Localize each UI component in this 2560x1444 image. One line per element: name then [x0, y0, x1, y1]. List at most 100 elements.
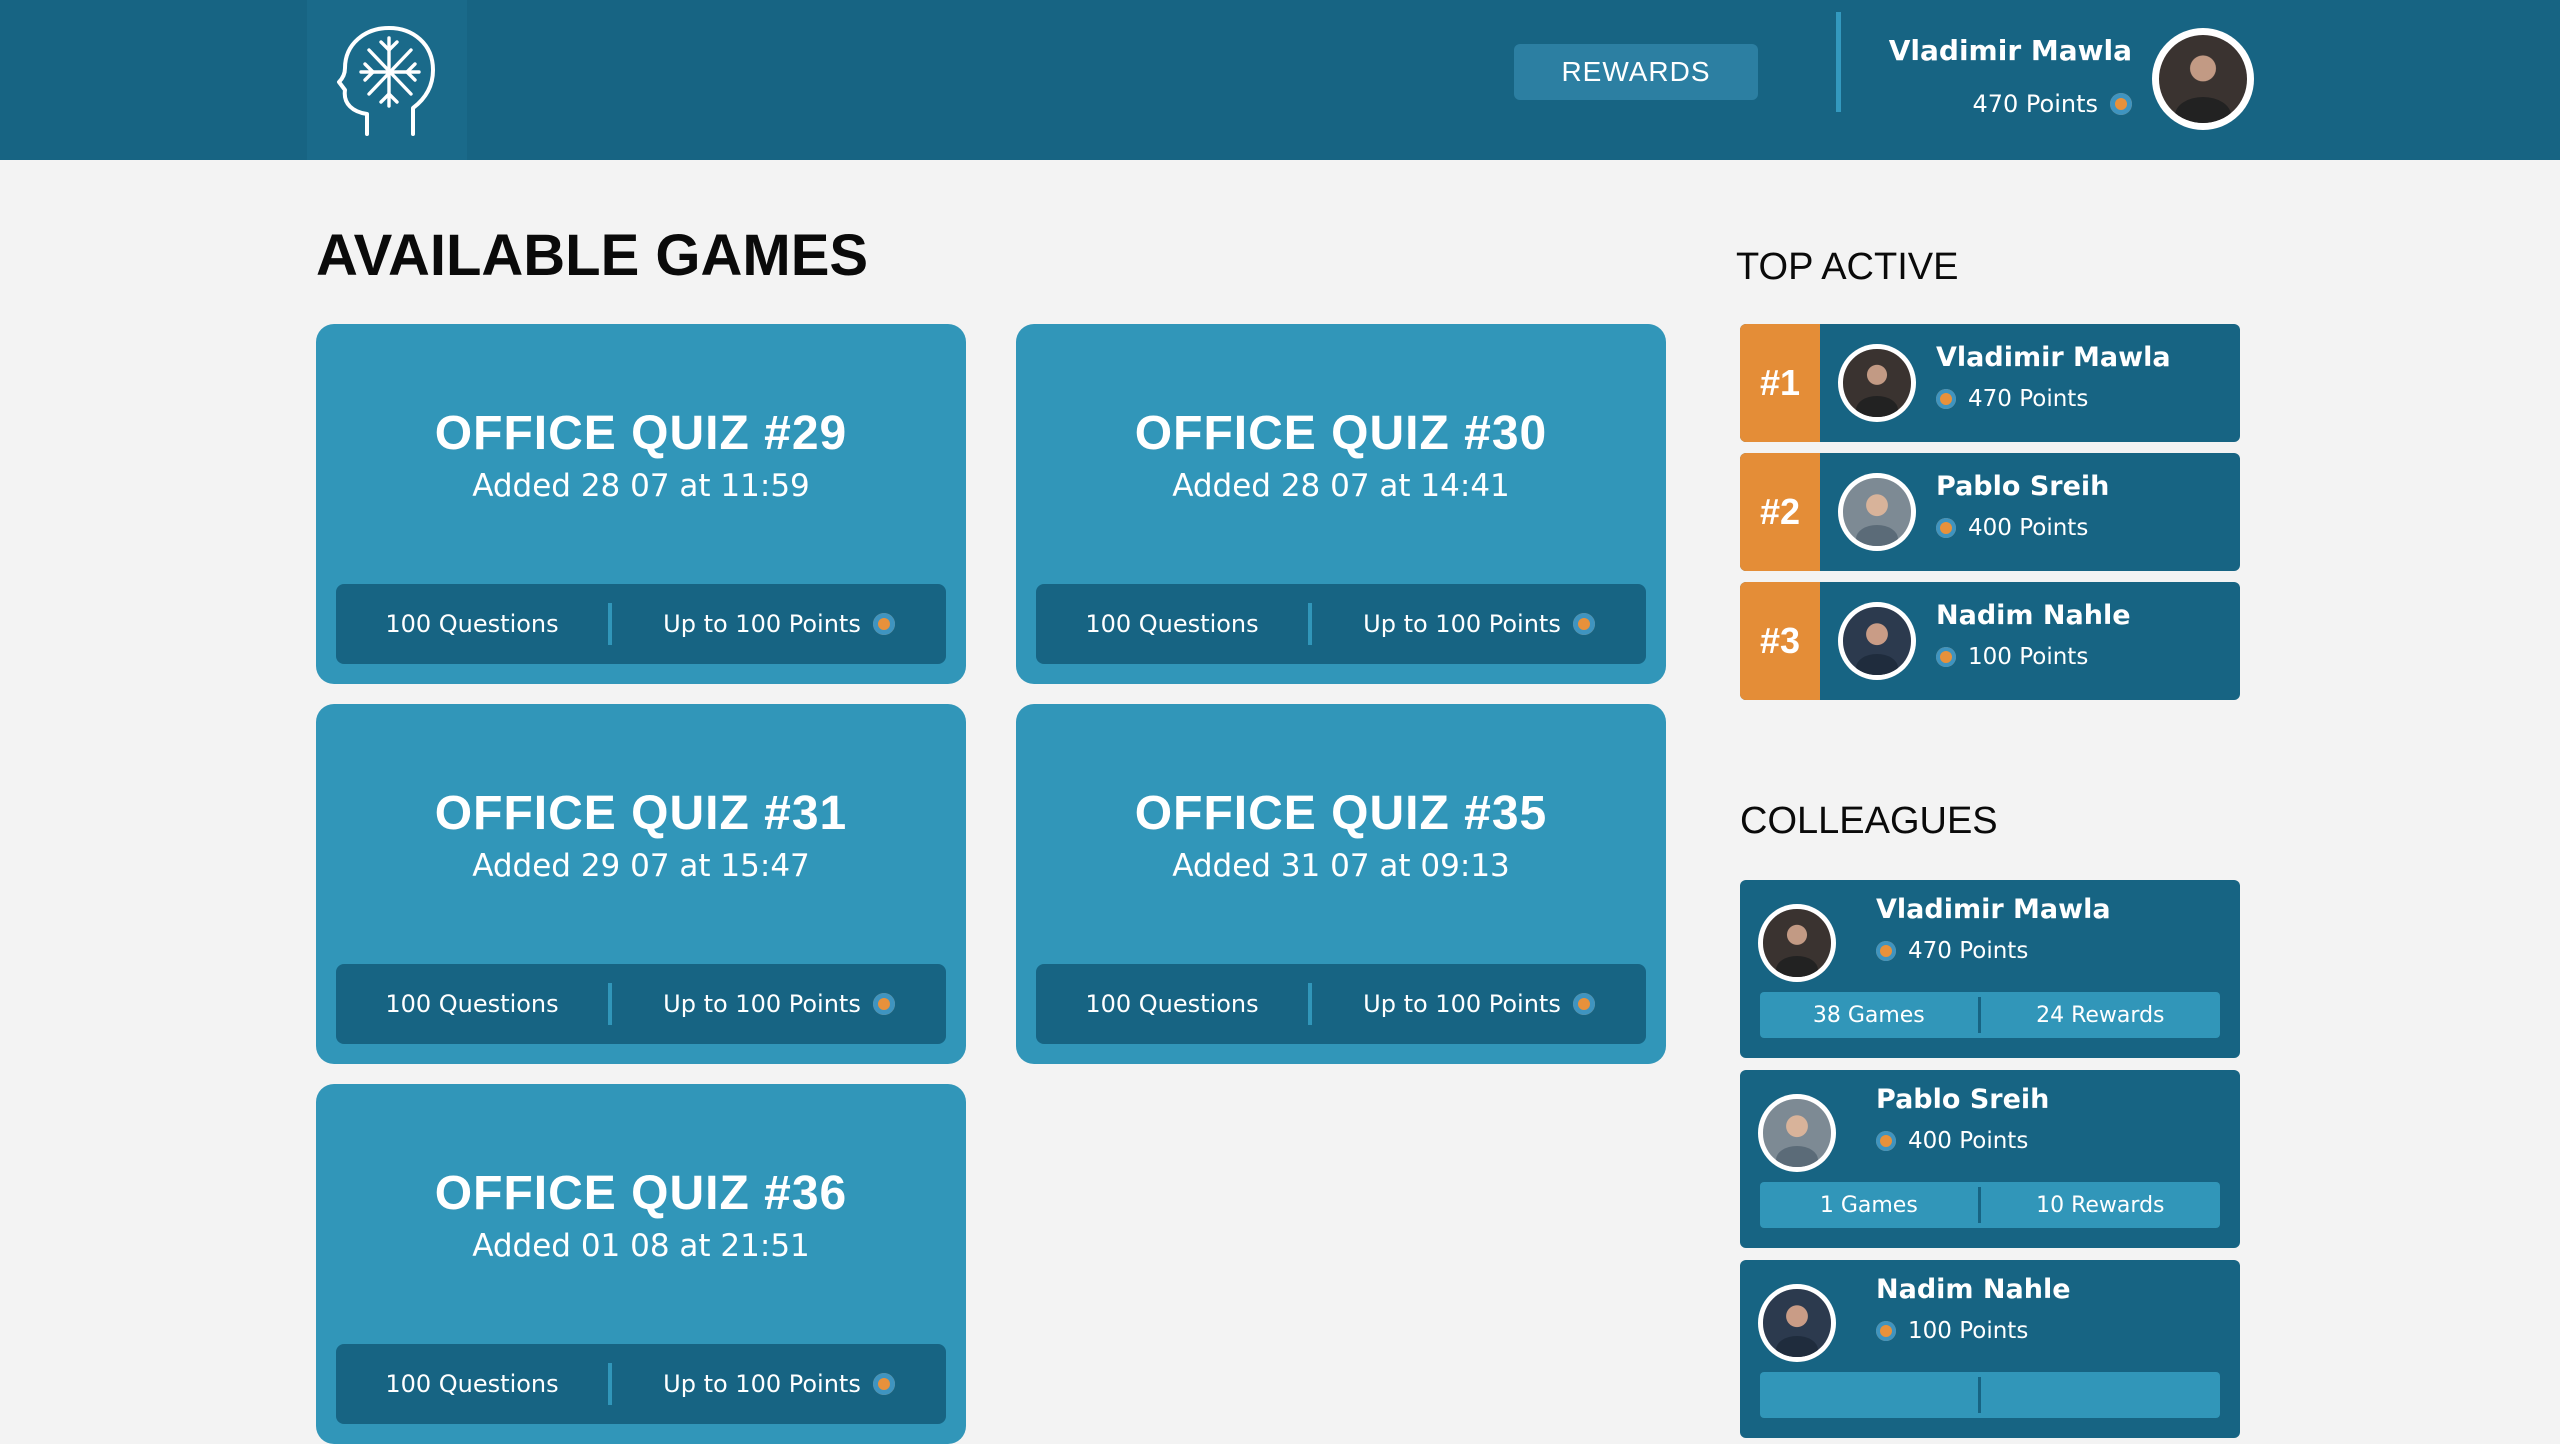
game-card-quiz-29[interactable]: OFFICE QUIZ #29 Added 28 07 at 11:59 100… — [316, 324, 966, 684]
game-title: OFFICE QUIZ #31 — [434, 787, 848, 840]
coin-icon — [872, 993, 895, 1015]
player-name: Nadim Nahle — [1936, 600, 2131, 631]
available-games-title: AVAILABLE GAMES — [316, 223, 869, 288]
points-label: 400 Points — [1968, 515, 2089, 541]
player-points: 100 Points — [1936, 644, 2088, 670]
games-count: 1 Games — [1819, 1192, 1918, 1218]
avatar-photo — [2159, 35, 2247, 123]
avatar-photo — [1763, 1289, 1831, 1357]
colleague-card[interactable]: Pablo Sreih 400 Points 1 Games 10 Reward… — [1740, 1070, 2240, 1248]
colleague-name: Pablo Sreih — [1876, 1084, 2050, 1115]
coin-icon — [1936, 389, 1956, 409]
colleague-stats-bar: 1 Games 10 Rewards — [1760, 1182, 2220, 1228]
coin-icon — [1572, 993, 1595, 1015]
max-points: Up to 100 Points — [663, 610, 861, 638]
points-info: Up to 100 Points — [1312, 610, 1646, 638]
game-info-bar: 100 Questions Up to 100 Points — [1036, 964, 1646, 1044]
game-card-quiz-35[interactable]: OFFICE QUIZ #35 Added 31 07 at 09:13 100… — [1016, 704, 1666, 1064]
game-date: Added 01 08 at 21:51 — [472, 1228, 810, 1264]
coin-icon — [872, 613, 895, 635]
points-info: Up to 100 Points — [612, 990, 946, 1018]
colleague-points: 470 Points — [1876, 938, 2028, 964]
colleague-card[interactable]: Vladimir Mawla 470 Points 38 Games 24 Re… — [1740, 880, 2240, 1058]
game-date: Added 28 07 at 14:41 — [1172, 468, 1510, 504]
coin-icon — [1876, 1131, 1896, 1151]
avatar-photo — [1843, 607, 1911, 675]
header-divider — [1836, 12, 1841, 112]
game-date: Added 29 07 at 15:47 — [472, 848, 810, 884]
avatar-photo — [1763, 1099, 1831, 1167]
colleague-name: Vladimir Mawla — [1876, 894, 2111, 925]
coin-icon — [1936, 518, 1956, 538]
points-label: 470 Points — [1908, 938, 2029, 964]
points-label: 100 Points — [1908, 1318, 2029, 1344]
game-title: OFFICE QUIZ #29 — [434, 407, 848, 460]
max-points: Up to 100 Points — [1363, 990, 1561, 1018]
question-count: 100 Questions — [1085, 990, 1259, 1018]
game-card-quiz-36[interactable]: OFFICE QUIZ #36 Added 01 08 at 21:51 100… — [316, 1084, 966, 1444]
brain-head-icon[interactable] — [307, 0, 467, 160]
points-label: 470 Points — [1968, 386, 2089, 412]
game-title: OFFICE QUIZ #35 — [1134, 787, 1548, 840]
max-points: Up to 100 Points — [663, 1370, 861, 1398]
game-card-quiz-30[interactable]: OFFICE QUIZ #30 Added 28 07 at 14:41 100… — [1016, 324, 1666, 684]
games-count: 38 Games — [1812, 1002, 1925, 1028]
player-points: 400 Points — [1936, 515, 2088, 541]
colleague-points: 400 Points — [1876, 1128, 2028, 1154]
player-points: 470 Points — [1936, 386, 2088, 412]
game-date: Added 28 07 at 11:59 — [472, 468, 810, 504]
current-user-points-label: 470 Points — [1972, 90, 2098, 118]
player-name: Pablo Sreih — [1936, 471, 2110, 502]
max-points: Up to 100 Points — [663, 990, 861, 1018]
game-card-quiz-31[interactable]: OFFICE QUIZ #31 Added 29 07 at 15:47 100… — [316, 704, 966, 1064]
rewards-count: 10 Rewards — [2036, 1192, 2165, 1218]
game-title: OFFICE QUIZ #36 — [434, 1167, 848, 1220]
coin-icon — [1936, 647, 1956, 667]
top-active-item[interactable]: #3 Nadim Nahle 100 Points — [1740, 582, 2240, 700]
avatar — [1838, 344, 1916, 422]
colleagues-title: COLLEAGUES — [1740, 800, 1998, 842]
coin-icon — [1876, 941, 1896, 961]
current-user-points: 470 Points — [1972, 90, 2132, 118]
stats-divider — [1977, 1377, 1981, 1413]
question-count: 100 Questions — [1085, 610, 1259, 638]
avatar — [1758, 1284, 1836, 1362]
colleague-points: 100 Points — [1876, 1318, 2028, 1344]
avatar — [1758, 904, 1836, 982]
avatar-photo — [1843, 478, 1911, 546]
game-info-bar: 100 Questions Up to 100 Points — [336, 584, 946, 664]
colleague-stats-bar: 38 Games 24 Rewards — [1760, 992, 2220, 1038]
player-name: Vladimir Mawla — [1936, 342, 2171, 373]
avatar — [1758, 1094, 1836, 1172]
question-count: 100 Questions — [385, 990, 559, 1018]
game-date: Added 31 07 at 09:13 — [1172, 848, 1510, 884]
max-points: Up to 100 Points — [1363, 610, 1561, 638]
game-info-bar: 100 Questions Up to 100 Points — [336, 1344, 946, 1424]
top-active-item[interactable]: #1 Vladimir Mawla 470 Points — [1740, 324, 2240, 442]
avatar-photo — [1763, 909, 1831, 977]
current-user-name[interactable]: Vladimir Mawla — [1889, 34, 2132, 67]
points-info: Up to 100 Points — [1312, 990, 1646, 1018]
rank-badge: #1 — [1740, 324, 1820, 442]
game-info-bar: 100 Questions Up to 100 Points — [336, 964, 946, 1044]
colleague-card[interactable]: Nadim Nahle 100 Points — [1740, 1260, 2240, 1438]
coin-icon — [1572, 613, 1595, 635]
question-count: 100 Questions — [385, 610, 559, 638]
coin-icon — [1876, 1321, 1896, 1341]
coin-icon — [2110, 93, 2132, 115]
rank-badge: #3 — [1740, 582, 1820, 700]
rank-badge: #2 — [1740, 453, 1820, 571]
avatar — [1838, 473, 1916, 551]
rewards-button[interactable]: REWARDS — [1514, 44, 1758, 100]
avatar-photo — [1843, 349, 1911, 417]
top-active-item[interactable]: #2 Pablo Sreih 400 Points — [1740, 453, 2240, 571]
top-navigation-bar: REWARDS Vladimir Mawla 470 Points — [0, 0, 2560, 160]
question-count: 100 Questions — [385, 1370, 559, 1398]
avatar — [1838, 602, 1916, 680]
current-user-avatar[interactable] — [2152, 28, 2254, 130]
points-label: 100 Points — [1968, 644, 2089, 670]
game-info-bar: 100 Questions Up to 100 Points — [1036, 584, 1646, 664]
colleague-stats-bar — [1760, 1372, 2220, 1418]
colleague-name: Nadim Nahle — [1876, 1274, 2071, 1305]
points-label: 400 Points — [1908, 1128, 2029, 1154]
